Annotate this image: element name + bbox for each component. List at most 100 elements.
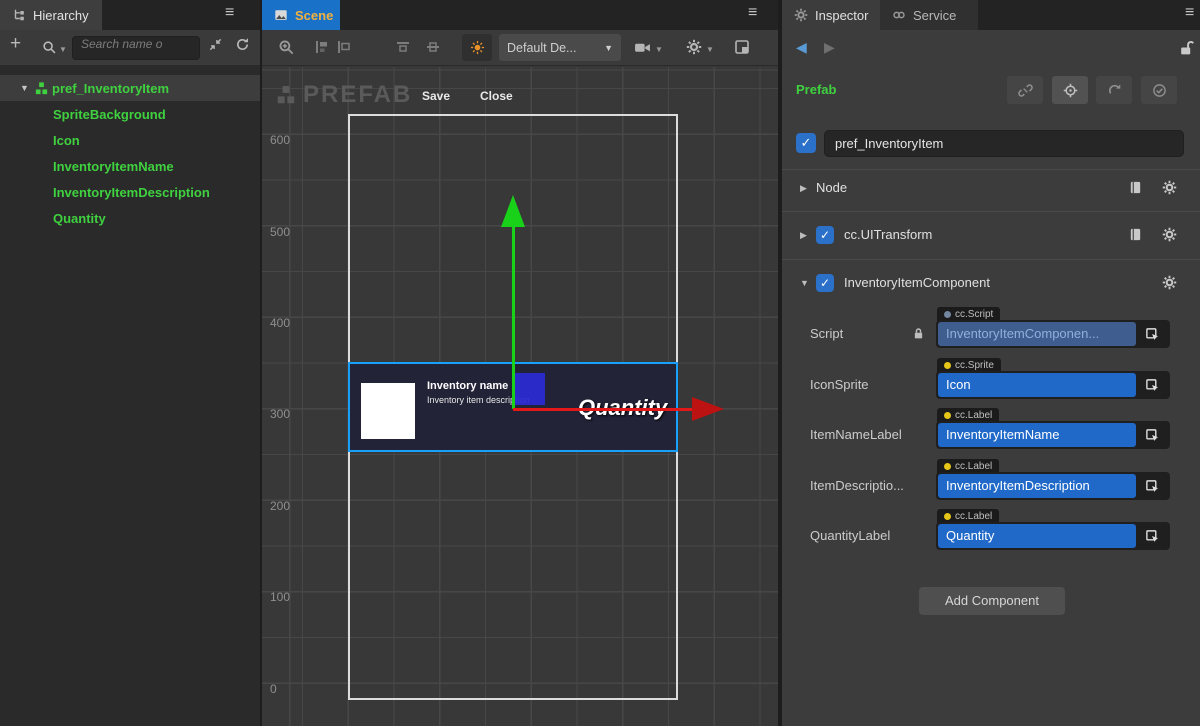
type-tag-label: cc.Label bbox=[955, 410, 992, 421]
lighting-toggle-button[interactable] bbox=[462, 34, 492, 61]
uitransform-settings-button[interactable] bbox=[1162, 227, 1177, 242]
type-tag-label: cc.Script bbox=[955, 309, 993, 320]
inspector-tabbar: Inspector Service ≡ bbox=[782, 0, 1200, 30]
scene-toolbar: Default De... ▼ ▼ ▼ bbox=[262, 30, 778, 66]
refresh-button[interactable] bbox=[235, 37, 250, 52]
hierarchy-tree-icon bbox=[12, 8, 26, 22]
browse-icon bbox=[1145, 479, 1160, 494]
chevron-down-icon: ▼ bbox=[604, 43, 613, 53]
script-reference-value[interactable]: InventoryItemComponen... bbox=[938, 322, 1136, 346]
inspector-menu-icon[interactable]: ≡ bbox=[1185, 4, 1194, 22]
tree-item-label: InventoryItemName bbox=[0, 159, 174, 174]
tree-row-spritebackground[interactable]: SpriteBackground bbox=[0, 101, 260, 127]
add-component-button[interactable]: Add Component bbox=[919, 587, 1065, 615]
search-filter-button[interactable] bbox=[42, 40, 57, 55]
tab-service[interactable]: Service bbox=[880, 0, 978, 30]
node-section-label: Node bbox=[816, 180, 847, 195]
prefab-unlink-button[interactable] bbox=[1007, 76, 1043, 104]
tree-row-icon[interactable]: Icon bbox=[0, 127, 260, 153]
itemdescription-reference-value[interactable]: InventoryItemDescription bbox=[938, 474, 1136, 498]
tab-scene[interactable]: Scene bbox=[262, 0, 340, 30]
collapse-arrow-icon[interactable]: ▶ bbox=[800, 183, 807, 194]
scene-menu-icon[interactable]: ≡ bbox=[748, 4, 757, 22]
prefab-section-label: Prefab bbox=[796, 82, 836, 97]
type-dot-icon bbox=[944, 311, 951, 318]
browse-icon bbox=[1145, 428, 1160, 443]
tree-row-root[interactable]: ▼ pref_InventoryItem bbox=[0, 75, 260, 101]
iconsprite-reference-value[interactable]: Icon bbox=[938, 373, 1136, 397]
browse-iconsprite-button[interactable] bbox=[1136, 373, 1168, 397]
itemnamelabel-reference-value[interactable]: InventoryItemName bbox=[938, 423, 1136, 447]
tree-row-quantity[interactable]: Quantity bbox=[0, 205, 260, 231]
history-forward-button[interactable]: ▶ bbox=[824, 39, 835, 56]
distribute-v-button[interactable] bbox=[425, 39, 441, 55]
lock-icon bbox=[912, 327, 925, 340]
browse-script-button[interactable] bbox=[1136, 322, 1168, 346]
gizmo-x-axis[interactable] bbox=[513, 408, 695, 411]
prop-field-itemnamelabel: InventoryItemName bbox=[936, 421, 1170, 449]
ruler-label: 600 bbox=[270, 133, 290, 147]
expand-arrow-icon[interactable]: ▼ bbox=[800, 278, 809, 288]
browse-itemdescription-button[interactable] bbox=[1136, 474, 1168, 498]
prefab-reset-button[interactable] bbox=[1096, 76, 1132, 104]
uitransform-enabled-checkbox[interactable]: ✓ bbox=[816, 226, 834, 244]
prefab-apply-button[interactable] bbox=[1141, 76, 1177, 104]
expand-arrow-icon[interactable]: ▼ bbox=[20, 83, 29, 93]
zoom-tool-button[interactable] bbox=[278, 39, 295, 56]
ruler-label: 400 bbox=[270, 316, 290, 330]
scene-settings-button[interactable] bbox=[686, 39, 702, 55]
uitransform-docs-button[interactable] bbox=[1128, 227, 1143, 242]
component-section-header[interactable]: ▼ ✓ InventoryItemComponent bbox=[782, 268, 1200, 298]
prefab-locate-button[interactable] bbox=[1052, 76, 1088, 104]
uitransform-section-header[interactable]: ▶ ✓ cc.UITransform bbox=[782, 220, 1200, 250]
split-view-icon bbox=[734, 39, 750, 55]
quantitylabel-reference-value[interactable]: Quantity bbox=[938, 524, 1136, 548]
scene-viewport[interactable]: 600 500 400 300 200 100 0 PREFAB Save Cl… bbox=[262, 67, 778, 726]
save-button[interactable]: Save bbox=[422, 89, 450, 103]
gizmo-y-axis[interactable] bbox=[512, 227, 515, 409]
unlock-icon bbox=[1178, 39, 1195, 56]
type-dot-icon bbox=[944, 463, 951, 470]
device-dropdown[interactable]: Default De... ▼ bbox=[499, 34, 621, 61]
zoom-icon bbox=[278, 39, 295, 56]
browse-icon bbox=[1145, 327, 1160, 342]
tab-inspector[interactable]: Inspector bbox=[782, 0, 880, 30]
browse-itemnamelabel-button[interactable] bbox=[1136, 423, 1168, 447]
distribute-h-icon bbox=[395, 39, 411, 55]
node-name-input[interactable]: pref_InventoryItem bbox=[824, 130, 1184, 157]
align-left-button[interactable] bbox=[314, 39, 330, 55]
close-button[interactable]: Close bbox=[480, 89, 513, 103]
distribute-h-button[interactable] bbox=[395, 39, 411, 55]
camera-view-button[interactable] bbox=[634, 39, 651, 56]
ruler-label: 300 bbox=[270, 407, 290, 421]
scene-tabbar: Scene ≡ bbox=[262, 0, 778, 30]
split-view-button[interactable] bbox=[734, 39, 750, 55]
tree-row-inventoryitemname[interactable]: InventoryItemName bbox=[0, 153, 260, 179]
browse-quantitylabel-button[interactable] bbox=[1136, 524, 1168, 548]
node-active-checkbox[interactable]: ✓ bbox=[796, 133, 816, 153]
hierarchy-menu-icon[interactable]: ≡ bbox=[225, 4, 234, 22]
node-section-header[interactable]: ▶ Node bbox=[782, 173, 1200, 203]
lock-inspector-button[interactable] bbox=[1178, 39, 1195, 56]
add-node-button[interactable]: + bbox=[10, 33, 21, 55]
tree-row-inventoryitemdescription[interactable]: InventoryItemDescription bbox=[0, 179, 260, 205]
collapse-all-button[interactable] bbox=[208, 37, 223, 52]
browse-icon bbox=[1145, 529, 1160, 544]
component-enabled-checkbox[interactable]: ✓ bbox=[816, 274, 834, 292]
check-circle-icon bbox=[1152, 83, 1167, 98]
tab-hierarchy[interactable]: Hierarchy bbox=[0, 0, 102, 30]
history-back-button[interactable]: ◀ bbox=[796, 39, 807, 56]
node-docs-button[interactable] bbox=[1128, 180, 1143, 195]
node-settings-button[interactable] bbox=[1162, 180, 1177, 195]
component-settings-button[interactable] bbox=[1162, 275, 1177, 290]
refresh-icon bbox=[235, 37, 250, 52]
hierarchy-tabbar: Hierarchy ≡ bbox=[0, 0, 260, 30]
hierarchy-tree: ▼ pref_InventoryItem SpriteBackground Ic… bbox=[0, 66, 260, 726]
tree-item-label: Icon bbox=[0, 133, 80, 148]
search-input[interactable]: Search name o bbox=[72, 36, 200, 60]
gizmo-xy-plane-handle[interactable] bbox=[513, 373, 545, 405]
type-tag-label: cc.Label bbox=[955, 461, 992, 472]
align-center-button[interactable] bbox=[336, 39, 352, 55]
collapse-arrow-icon[interactable]: ▶ bbox=[800, 230, 807, 241]
tree-item-label: InventoryItemDescription bbox=[0, 185, 210, 200]
